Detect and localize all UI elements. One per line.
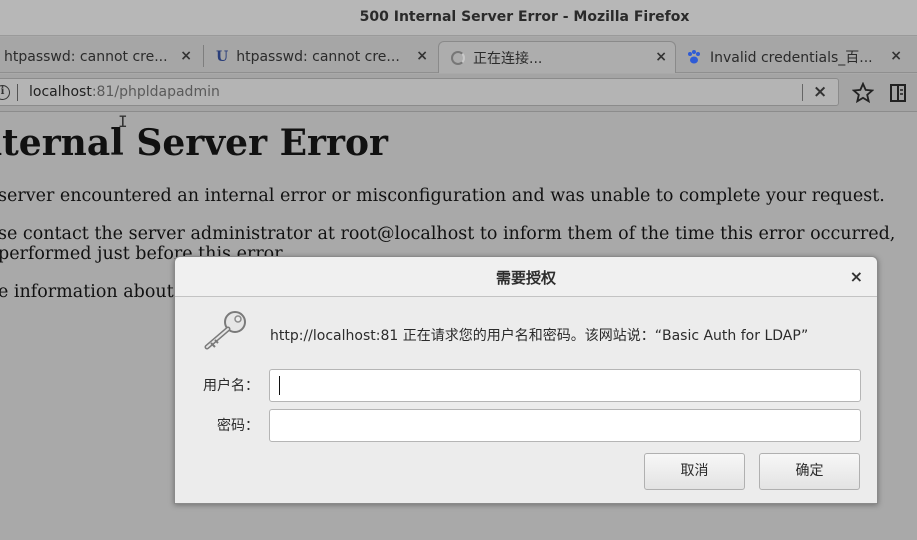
dialog-close-icon[interactable]: × <box>850 267 863 286</box>
tab-strip: htpasswd: cannot cre... × U htpasswd: ca… <box>0 37 917 73</box>
tab-label: htpasswd: cannot cre... <box>4 49 168 65</box>
tab-label: Invalid credentials_百... <box>710 50 873 66</box>
loading-spinner-icon <box>451 50 465 65</box>
url-path: :81/phpldapadmin <box>91 84 220 100</box>
bookmark-star-icon[interactable] <box>852 82 874 104</box>
error-paragraph-2-line-1: se contact the server administrator at r… <box>0 224 896 244</box>
url-text[interactable]: localhost:81/phpldapadmin <box>29 84 220 100</box>
dialog-header: 需要授权 × <box>175 257 877 297</box>
password-label: 密码： <box>217 418 259 434</box>
tab-label: 正在连接... <box>473 50 543 67</box>
password-field[interactable] <box>269 409 861 442</box>
tab-invalid-credentials[interactable]: Invalid credentials_百... × <box>678 41 910 73</box>
key-icon <box>204 311 246 350</box>
stop-loading-icon[interactable]: × <box>813 82 827 102</box>
tab-htpasswd-1[interactable]: htpasswd: cannot cre... × <box>0 41 200 73</box>
ok-button[interactable]: 确定 <box>759 453 860 490</box>
reader-view-icon[interactable] <box>888 82 908 104</box>
tab-label: htpasswd: cannot cre... <box>236 49 400 65</box>
unix-forum-favicon-icon: U <box>216 49 229 65</box>
text-caret <box>279 376 280 395</box>
navigation-toolbar: i localhost:81/phpldapadmin × <box>0 74 917 112</box>
address-divider-right <box>802 84 803 101</box>
baidu-paw-icon <box>688 50 700 64</box>
tab-close-icon[interactable]: × <box>890 48 902 64</box>
dialog-message: http://localhost:81 正在请求您的用户名和密码。该网站说：“B… <box>270 328 809 344</box>
tab-divider <box>203 45 204 67</box>
error-paragraph-1: server encountered an internal error or … <box>0 186 885 206</box>
tab-close-icon[interactable]: × <box>416 48 428 64</box>
auth-dialog: 需要授权 × http://localhost:81 正在请求您的用户名和密码。… <box>174 256 878 504</box>
cancel-button[interactable]: 取消 <box>644 453 745 490</box>
dialog-title: 需要授权 <box>495 269 556 287</box>
text-cursor-icon: I <box>118 112 128 131</box>
address-bar[interactable]: i localhost:81/phpldapadmin × <box>0 78 839 106</box>
window-title: 500 Internal Server Error - Mozilla Fire… <box>359 9 690 25</box>
tab-htpasswd-2[interactable]: U htpasswd: cannot cre... × <box>206 41 436 73</box>
address-divider <box>17 84 18 101</box>
tab-close-icon[interactable]: × <box>655 49 667 65</box>
error-paragraph-3: e information about <box>0 282 174 302</box>
window-titlebar: 500 Internal Server Error - Mozilla Fire… <box>0 0 917 36</box>
tab-connecting[interactable]: 正在连接... × <box>438 41 676 73</box>
username-field[interactable] <box>269 369 861 402</box>
url-host: localhost <box>29 84 92 100</box>
site-info-icon[interactable]: i <box>0 85 10 100</box>
tab-close-icon[interactable]: × <box>180 48 192 64</box>
username-label: 用户名： <box>203 378 259 394</box>
page-heading: nternal Server Error <box>0 122 388 164</box>
